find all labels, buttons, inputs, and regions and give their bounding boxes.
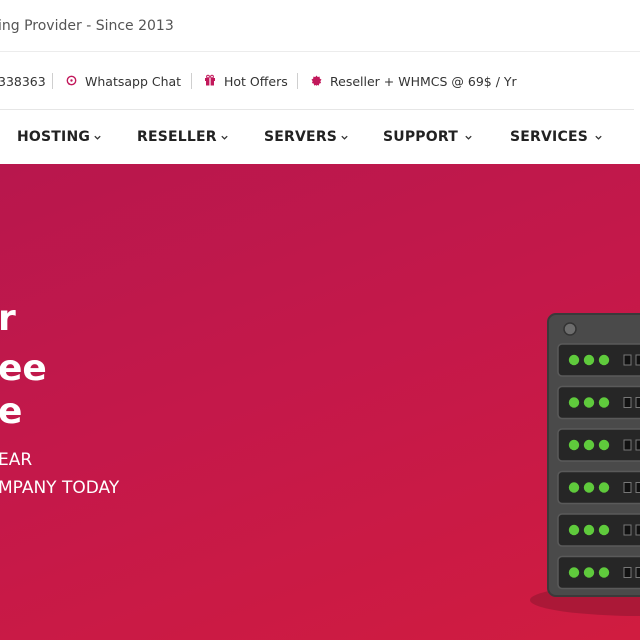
hero-subheading-line-2: MPANY TODAY xyxy=(0,478,120,498)
server-rack-illustration xyxy=(530,313,640,616)
nav-item-label: RESELLER xyxy=(137,129,217,145)
tagline-bar: ing Provider - Since 2013 xyxy=(0,0,640,52)
phone-number-text: 338363 xyxy=(0,74,46,89)
status-light-icon xyxy=(598,524,610,536)
hot-offers-link[interactable]: Hot Offers xyxy=(204,74,288,89)
reseller-offer-link[interactable]: Reseller + WHMCS @ 69$ / Yr xyxy=(311,74,517,89)
nav-item-label: SERVICES xyxy=(510,129,588,145)
nav-item-label: SUPPORT xyxy=(383,129,458,145)
status-light-icon xyxy=(568,397,580,408)
phone-number-link[interactable]: 338363 xyxy=(0,74,46,89)
server-unit xyxy=(557,343,640,377)
status-light-icon xyxy=(598,439,610,451)
server-unit xyxy=(557,513,640,547)
status-light-icon xyxy=(583,439,595,451)
status-light-icon xyxy=(583,567,595,578)
chevron-down-icon xyxy=(465,135,472,140)
nav-item-reseller[interactable]: RESELLER xyxy=(137,129,229,145)
hero-subheading-line-1: EAR xyxy=(0,450,33,470)
chevron-down-icon xyxy=(94,135,101,140)
nav-item-label: HOSTING xyxy=(17,129,91,145)
server-unit xyxy=(557,385,640,420)
nav-item-support[interactable]: SUPPORT xyxy=(383,129,473,145)
nav-item-servers[interactable]: SERVERS xyxy=(264,129,349,145)
status-light-icon xyxy=(583,482,595,493)
site-tagline: ing Provider - Since 2013 xyxy=(0,18,174,34)
status-light-icon xyxy=(568,439,580,451)
main-navigation: HOSTING RESELLER SERVERS SUPPORT SERVICE… xyxy=(0,110,640,164)
status-light-icon xyxy=(598,567,610,578)
server-unit xyxy=(557,428,640,462)
gift-icon xyxy=(204,74,216,89)
reseller-offer-label: Reseller + WHMCS @ 69$ / Yr xyxy=(330,74,517,89)
status-light-icon xyxy=(568,567,580,578)
status-light-icon xyxy=(568,354,580,366)
server-unit xyxy=(557,555,640,590)
hero-heading-line-3: e xyxy=(0,391,23,432)
badge-icon xyxy=(311,74,322,89)
status-light-icon xyxy=(598,482,610,493)
chevron-down-icon xyxy=(341,135,348,140)
hero-heading-line-1: r xyxy=(0,298,16,339)
status-light-icon xyxy=(598,354,610,366)
status-light-icon xyxy=(568,524,580,536)
hero-heading-line-2: ee xyxy=(0,348,47,389)
divider xyxy=(191,73,192,89)
server-unit xyxy=(557,470,640,505)
whatsapp-chat-label: Whatsapp Chat xyxy=(85,74,182,89)
hot-offers-label: Hot Offers xyxy=(224,74,288,89)
whatsapp-chat-link[interactable]: Whatsapp Chat xyxy=(66,74,181,89)
whatsapp-icon xyxy=(66,74,77,89)
nav-item-label: SERVERS xyxy=(264,129,338,145)
top-contact-bar: 338363 Whatsapp Chat Hot Offers Reseller… xyxy=(0,52,640,110)
nav-item-services[interactable]: SERVICES xyxy=(510,129,603,145)
status-light-icon xyxy=(598,397,610,408)
status-light-icon xyxy=(568,482,580,493)
divider xyxy=(52,73,53,89)
hero-banner: r ee e EAR MPANY TODAY xyxy=(0,164,640,640)
status-light-icon xyxy=(583,524,595,536)
status-light-icon xyxy=(583,397,595,408)
chevron-down-icon xyxy=(595,135,602,140)
divider xyxy=(297,73,298,89)
nav-item-hosting[interactable]: HOSTING xyxy=(17,129,102,145)
status-light-icon xyxy=(583,354,595,366)
chevron-down-icon xyxy=(221,135,228,140)
